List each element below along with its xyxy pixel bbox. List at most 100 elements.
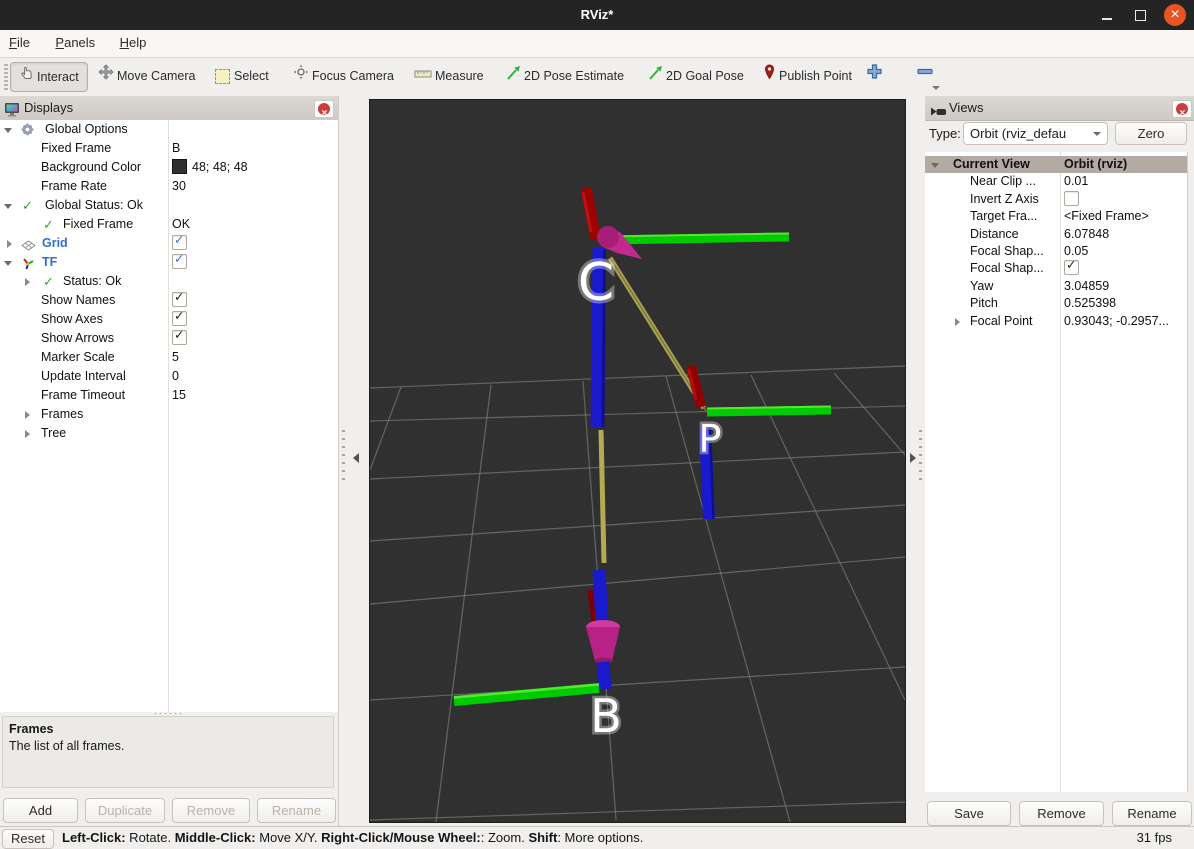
row-value[interactable]: 48; 48; 48 <box>172 158 248 177</box>
row-value[interactable]: 30 <box>172 177 186 196</box>
interact-tool-button[interactable]: Interact <box>10 62 88 92</box>
tree-row-distance[interactable]: Distance 6.07848 <box>925 226 1187 243</box>
tree-row-grid[interactable]: Grid <box>0 234 338 253</box>
tree-row-focal-point[interactable]: Focal Point 0.93043; -0.2957... <box>925 313 1187 330</box>
expander-open-icon[interactable] <box>4 261 12 266</box>
maximize-icon[interactable] <box>1129 4 1151 26</box>
displays-tree[interactable]: Global Options Fixed Frame B Background … <box>0 120 338 712</box>
checkbox-unchecked[interactable] <box>1064 191 1079 206</box>
duplicate-button[interactable]: Duplicate <box>85 798 165 823</box>
views-panel-header[interactable]: Views <box>925 96 1194 121</box>
tree-row-frame-timeout[interactable]: Frame Timeout 15 <box>0 386 338 405</box>
menu-help[interactable]: Help <box>116 30 151 56</box>
menu-file[interactable]: File <box>5 30 34 56</box>
menu-panels[interactable]: Panels <box>51 30 99 56</box>
move-camera-tool-button[interactable]: Move Camera <box>98 62 196 90</box>
checkbox-checked[interactable] <box>172 311 187 326</box>
expander-closed-icon[interactable] <box>25 430 30 438</box>
left-splitter[interactable] <box>338 96 370 826</box>
close-panel-icon[interactable] <box>1172 100 1192 118</box>
pose-estimate-tool-button[interactable]: 2D Pose Estimate <box>506 62 624 90</box>
tree-row-show-names[interactable]: Show Names <box>0 291 338 310</box>
expander-closed-icon[interactable] <box>7 240 12 248</box>
tree-row-global-status[interactable]: Global Status: Ok <box>0 196 338 215</box>
view-type-dropdown[interactable]: Orbit (rviz_defau <box>963 122 1108 145</box>
expander-open-icon[interactable] <box>4 204 12 209</box>
row-value[interactable] <box>172 329 187 348</box>
tree-row-fixed-frame[interactable]: Fixed Frame B <box>0 139 338 158</box>
tree-row-target-frame[interactable]: Target Fra... <Fixed Frame> <box>925 208 1187 225</box>
zero-button[interactable]: Zero <box>1115 122 1187 145</box>
tree-row-background-color[interactable]: Background Color 48; 48; 48 <box>0 158 338 177</box>
row-value[interactable]: 0.93043; -0.2957... <box>1064 313 1169 330</box>
rename-view-button[interactable]: Rename <box>1112 801 1192 826</box>
checkbox-checked[interactable] <box>172 330 187 345</box>
tree-row-tf[interactable]: TF <box>0 253 338 272</box>
row-value[interactable]: 3.04859 <box>1064 278 1109 295</box>
tree-row-marker-scale[interactable]: Marker Scale 5 <box>0 348 338 367</box>
row-label: Current View <box>953 156 1030 173</box>
tree-row-yaw[interactable]: Yaw 3.04859 <box>925 278 1187 295</box>
tree-row-invert-z[interactable]: Invert Z Axis <box>925 191 1187 208</box>
expander-open-icon[interactable] <box>931 163 939 168</box>
tree-row-global-options[interactable]: Global Options <box>0 120 338 139</box>
row-value[interactable]: 0 <box>172 367 179 386</box>
goal-pose-tool-button[interactable]: 2D Goal Pose <box>648 62 744 90</box>
row-value[interactable]: 6.07848 <box>1064 226 1109 243</box>
publish-point-tool-button[interactable]: Publish Point <box>763 62 852 90</box>
tree-row-current-view[interactable]: Current View Orbit (rviz) <box>925 156 1187 173</box>
row-value[interactable] <box>1064 260 1079 278</box>
row-value[interactable] <box>172 253 187 272</box>
checkbox-checked[interactable] <box>172 292 187 307</box>
row-value[interactable]: 5 <box>172 348 179 367</box>
collapse-right-icon[interactable] <box>910 453 916 463</box>
measure-tool-button[interactable]: Measure <box>414 62 484 90</box>
expander-closed-icon[interactable] <box>955 318 960 326</box>
remove-display-button[interactable]: Remove <box>172 798 250 823</box>
tree-row-focal-shape-size[interactable]: Focal Shap... 0.05 <box>925 243 1187 260</box>
tree-row-near-clip[interactable]: Near Clip ... 0.01 <box>925 173 1187 190</box>
displays-panel-header[interactable]: Displays <box>0 96 338 121</box>
row-value[interactable]: 0.525398 <box>1064 295 1116 312</box>
minimize-icon[interactable] <box>1096 4 1118 26</box>
row-value[interactable]: B <box>172 139 180 158</box>
green-arrow-icon <box>648 62 663 90</box>
checkbox-checked[interactable] <box>172 235 187 250</box>
row-value[interactable]: 0.01 <box>1064 173 1088 190</box>
tree-row-update-interval[interactable]: Update Interval 0 <box>0 367 338 386</box>
tree-row-frame-rate[interactable]: Frame Rate 30 <box>0 177 338 196</box>
rename-display-button[interactable]: Rename <box>257 798 336 823</box>
tree-row-fixed-frame-status[interactable]: Fixed Frame OK <box>0 215 338 234</box>
expander-closed-icon[interactable] <box>25 411 30 419</box>
remove-view-button[interactable]: Remove <box>1019 801 1104 826</box>
tree-row-tf-status[interactable]: Status: Ok <box>0 272 338 291</box>
right-splitter[interactable] <box>905 96 926 826</box>
render-viewport[interactable]: C C P P B B <box>370 100 905 822</box>
tree-row-show-axes[interactable]: Show Axes <box>0 310 338 329</box>
close-icon[interactable] <box>1164 4 1186 26</box>
close-panel-icon[interactable] <box>314 100 334 118</box>
add-button[interactable]: Add <box>3 798 78 823</box>
reset-button[interactable]: Reset <box>2 829 54 849</box>
toolbar-grip[interactable] <box>4 64 8 90</box>
checkbox-checked[interactable] <box>1064 260 1079 275</box>
row-value[interactable] <box>1064 191 1079 209</box>
tree-row-pitch[interactable]: Pitch 0.525398 <box>925 295 1187 312</box>
focus-camera-tool-button[interactable]: Focus Camera <box>293 62 394 90</box>
save-view-button[interactable]: Save <box>927 801 1011 826</box>
select-tool-button[interactable]: Select <box>215 62 269 90</box>
ruler-icon <box>414 62 432 90</box>
expander-closed-icon[interactable] <box>25 278 30 286</box>
tree-row-tree[interactable]: Tree <box>0 424 338 443</box>
expander-open-icon[interactable] <box>4 128 12 133</box>
toolbar-extension-caret-icon[interactable] <box>932 86 940 90</box>
row-value[interactable]: 15 <box>172 386 186 405</box>
tree-row-show-arrows[interactable]: Show Arrows <box>0 329 338 348</box>
tree-row-focal-shape-fixed[interactable]: Focal Shap... <box>925 260 1187 277</box>
tree-row-frames[interactable]: Frames <box>0 405 338 424</box>
row-value[interactable]: <Fixed Frame> <box>1064 208 1149 225</box>
add-tool-button[interactable] <box>866 62 886 90</box>
checkbox-checked[interactable] <box>172 254 187 269</box>
views-tree[interactable]: Current View Orbit (rviz) Near Clip ... … <box>925 152 1188 792</box>
collapse-left-icon[interactable] <box>353 453 359 463</box>
